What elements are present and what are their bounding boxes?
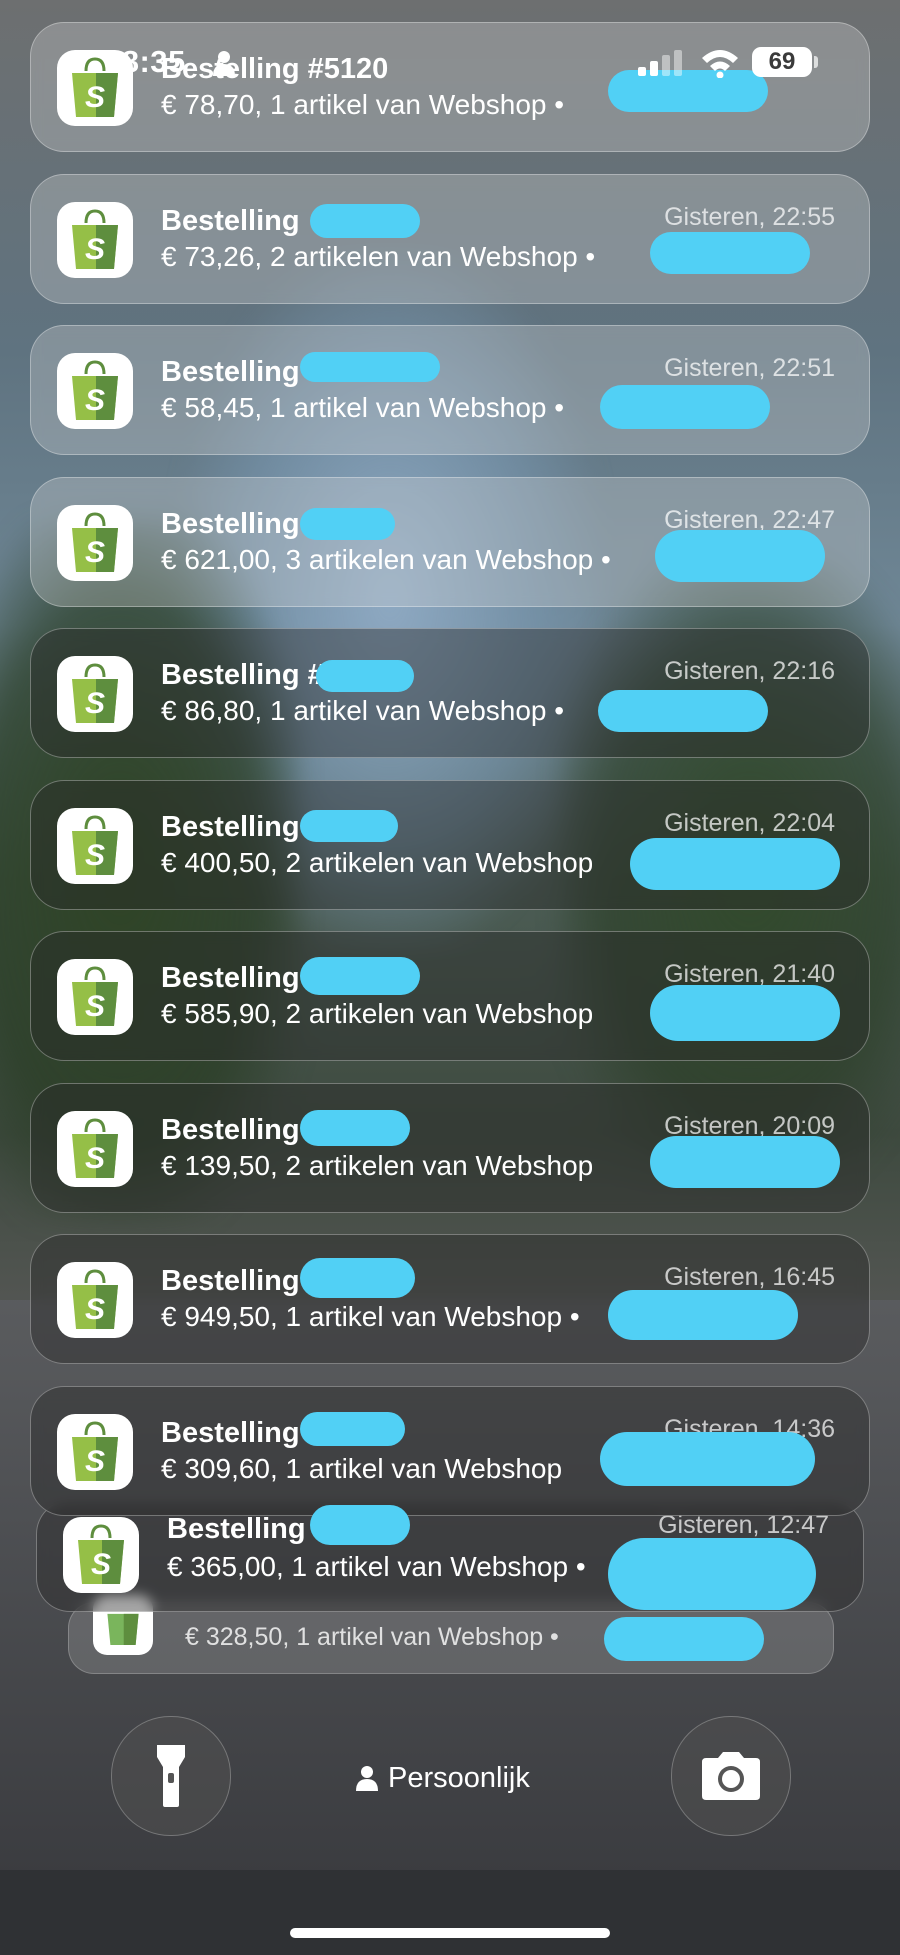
battery-indicator: 69 <box>752 47 812 77</box>
notification-body: € 400,50, 2 artikelen van Webshop <box>161 847 594 878</box>
svg-text:S: S <box>85 1142 105 1175</box>
focus-mode-label: Persoonlijk <box>388 1761 530 1794</box>
shopify-bag-icon: S <box>57 202 133 278</box>
redaction <box>300 1258 415 1298</box>
svg-text:S: S <box>85 1293 105 1326</box>
notification-body: € 58,45, 1 artikel van Webshop • <box>161 392 565 423</box>
shopify-bag-icon: S <box>57 353 133 429</box>
shopify-bag-icon: S <box>57 505 133 581</box>
notification-body: € 949,50, 1 artikel van Webshop • <box>161 1301 580 1332</box>
home-indicator[interactable] <box>290 1928 610 1938</box>
shopify-bag-icon: S <box>57 1111 133 1187</box>
shopify-bag-icon: S <box>57 1262 133 1338</box>
shopify-bag-icon: S <box>63 1517 139 1593</box>
notification-time: Gisteren, 16:45 <box>664 1263 835 1291</box>
redaction <box>310 204 420 238</box>
notification-title: Bestelling # <box>167 1513 330 1545</box>
svg-text:S: S <box>91 1548 111 1581</box>
redaction <box>608 1538 816 1610</box>
focus-mode-indicator[interactable]: Persoonlijk <box>356 1756 530 1800</box>
svg-text:S: S <box>85 687 105 720</box>
person-icon <box>213 51 235 76</box>
wifi-icon <box>702 50 738 78</box>
camera-icon <box>702 1752 760 1800</box>
redaction <box>300 957 420 995</box>
redaction <box>608 1290 798 1340</box>
notification-body: € 585,90, 2 artikelen van Webshop <box>161 998 594 1029</box>
notification-title: Bestelling <box>161 962 300 994</box>
shopify-bag-icon: S <box>57 808 133 884</box>
person-icon <box>356 1766 378 1791</box>
svg-text:S: S <box>85 536 105 569</box>
notification-body: € 621,00, 3 artikelen van Webshop • <box>161 544 611 575</box>
notification-title: Bestelling <box>161 356 300 388</box>
redaction <box>300 1412 405 1446</box>
notification-title: Bestelling <box>161 1265 300 1297</box>
notification-body: € 365,00, 1 artikel van Webshop • <box>167 1551 586 1582</box>
redaction <box>300 352 440 382</box>
notification-title: Bestelling <box>161 1114 300 1146</box>
notification-body: € 78,70, 1 artikel van Webshop • <box>161 89 565 120</box>
notification-title: Bestelling # <box>161 659 324 691</box>
notification-title: Bestelling <box>161 1417 300 1449</box>
redaction <box>300 1110 410 1146</box>
status-bar: 18:35 69 <box>0 44 900 88</box>
redaction <box>600 1432 815 1486</box>
redaction <box>310 1505 410 1545</box>
redaction <box>598 690 768 732</box>
battery-nub <box>814 56 818 68</box>
svg-text:S: S <box>85 1445 105 1478</box>
notification-body: € 73,26, 2 artikelen van Webshop • <box>161 241 596 272</box>
redaction <box>300 810 398 842</box>
notification-time: Gisteren, 22:55 <box>664 203 835 231</box>
svg-text:S: S <box>85 233 105 266</box>
notification-body: € 328,50, 1 artikel van Webshop • <box>185 1623 559 1651</box>
flashlight-icon <box>157 1745 185 1807</box>
notification-body: € 86,80, 1 artikel van Webshop • <box>161 695 565 726</box>
shopify-bag-icon: S <box>57 656 133 732</box>
notification-stack-edge[interactable]: € 328,50, 1 artikel van Webshop • <box>68 1595 834 1674</box>
flashlight-button[interactable] <box>111 1716 231 1836</box>
redaction <box>300 508 395 540</box>
shopify-bag-icon: S <box>57 1414 133 1490</box>
redaction <box>604 1617 764 1661</box>
cellular-signal-icon <box>638 50 682 76</box>
camera-button[interactable] <box>671 1716 791 1836</box>
notification-time: Gisteren, 22:51 <box>664 354 835 382</box>
svg-text:S: S <box>85 384 105 417</box>
notification-body: € 309,60, 1 artikel van Webshop <box>161 1453 563 1484</box>
status-time: 18:35 <box>104 44 186 79</box>
redaction <box>650 985 840 1041</box>
notification-time: Gisteren, 22:04 <box>664 809 835 837</box>
notification-time: Gisteren, 22:16 <box>664 657 835 685</box>
redaction <box>316 660 414 692</box>
svg-text:S: S <box>85 990 105 1023</box>
redaction <box>600 385 770 429</box>
svg-text:S: S <box>85 839 105 872</box>
notification-body: € 139,50, 2 artikelen van Webshop <box>161 1150 594 1181</box>
redaction <box>630 838 840 890</box>
notification-title: Bestelling <box>161 205 300 237</box>
redaction <box>655 530 825 582</box>
redaction <box>650 232 810 274</box>
redaction <box>650 1136 840 1188</box>
shopify-bag-icon: S <box>57 959 133 1035</box>
